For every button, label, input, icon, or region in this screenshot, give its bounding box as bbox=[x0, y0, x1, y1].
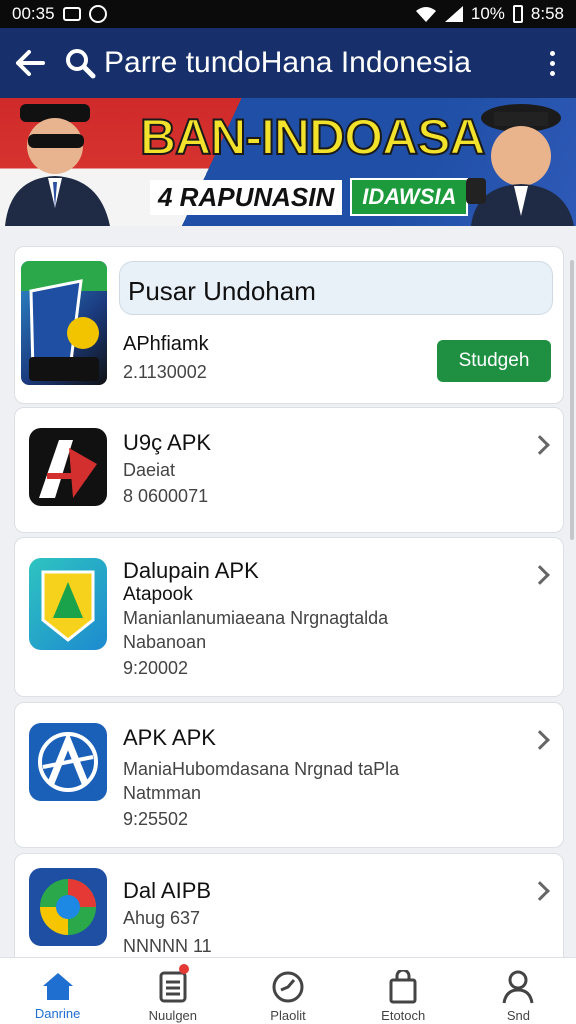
app-icon bbox=[29, 428, 107, 506]
nav-label: Nuulgen bbox=[148, 1008, 198, 1023]
app-name: U9ç APK bbox=[123, 430, 212, 455]
app-logo-icon bbox=[38, 731, 98, 792]
nav-label: Plaolit bbox=[270, 1008, 306, 1023]
app-meta: NNNNN 11 bbox=[123, 936, 212, 956]
chevron-right-icon bbox=[530, 565, 550, 585]
app-name: Dal AIPB bbox=[123, 878, 212, 903]
list-icon bbox=[159, 971, 187, 1003]
app-subtitle: Ahug 637 bbox=[123, 908, 201, 928]
nav-store[interactable]: Etotoch bbox=[346, 958, 461, 1024]
back-arrow-icon bbox=[16, 50, 45, 76]
app-list-item[interactable]: U9ç APK Daeiat 8 0600071 bbox=[14, 407, 564, 533]
chevron-right-icon bbox=[530, 730, 550, 750]
battery-icon bbox=[512, 5, 523, 23]
officer-left-illustration bbox=[5, 104, 110, 226]
chevron-right-icon bbox=[530, 435, 550, 455]
app-meta: 9:25502 bbox=[123, 809, 189, 829]
app-list-item[interactable]: APK APK ManiaHubomdasana Nrgnad taPla Na… bbox=[14, 702, 564, 848]
app-icon bbox=[29, 723, 107, 801]
app-logo-icon bbox=[21, 261, 107, 381]
app-bar: Parre tundoHana Indonesia bbox=[0, 28, 576, 98]
signal-icon bbox=[444, 6, 463, 22]
app-bar-title-group[interactable]: Parre tundoHana Indonesia bbox=[64, 46, 471, 80]
app-logo-icon bbox=[40, 879, 96, 935]
app-icon bbox=[29, 558, 107, 650]
bottom-navigation: Danrine Nuulgen Plaolit Etotoch Snd bbox=[0, 957, 576, 1024]
messenger-notification-icon bbox=[88, 5, 107, 23]
app-description-line2: Nabanoan bbox=[123, 632, 207, 652]
more-dot-icon bbox=[549, 60, 555, 66]
officer-right-illustration bbox=[466, 104, 574, 226]
app-meta: 9:20002 bbox=[123, 658, 189, 678]
more-dot-icon bbox=[549, 70, 555, 76]
promo-banner[interactable]: BAN-INDOASA 4 RAPUNASIN IDAWSIA bbox=[0, 98, 576, 226]
app-name: Dalupain APK bbox=[123, 558, 259, 583]
nav-profile[interactable]: Snd bbox=[461, 958, 576, 1024]
featured-app-name: APhfiamk bbox=[123, 333, 209, 355]
banner-headline: BAN-INDOASA bbox=[139, 108, 487, 166]
banner-tagline: 4 RAPUNASIN IDAWSIA bbox=[150, 178, 469, 216]
clock-icon bbox=[272, 971, 304, 1003]
nav-label: Snd bbox=[506, 1008, 530, 1023]
battery-percent: 10% bbox=[470, 4, 505, 23]
app-bar-title: Parre tundoHana Indonesia bbox=[104, 46, 471, 79]
nav-history[interactable]: Plaolit bbox=[230, 958, 345, 1024]
more-dot-icon bbox=[549, 50, 555, 56]
app-list-item[interactable]: Dal AIPB Ahug 637 NNNNN 11 bbox=[14, 853, 564, 973]
scrollbar[interactable] bbox=[570, 260, 574, 540]
featured-search-input[interactable]: Pusar Undoham bbox=[119, 261, 553, 315]
app-description: Manianlanumiaeana Nrgnagtalda bbox=[123, 608, 389, 628]
home-icon bbox=[42, 973, 73, 1000]
app-description: ManiaHubomdasana Nrgnad taPla bbox=[123, 759, 400, 779]
app-subtitle: Daeiat bbox=[123, 460, 176, 480]
app-logo-icon bbox=[41, 570, 95, 642]
download-button[interactable]: Studgeh bbox=[437, 340, 551, 382]
back-button[interactable] bbox=[0, 28, 60, 98]
featured-app-card[interactable]: Pusar Undoham APhfiamk 2.1130002 Studgeh bbox=[14, 246, 564, 404]
image-notification-icon bbox=[62, 7, 81, 21]
search-icon bbox=[66, 49, 96, 79]
app-icon bbox=[29, 868, 107, 946]
nav-label: Danrine bbox=[34, 1006, 81, 1021]
app-meta: 8 0600071 bbox=[123, 486, 209, 506]
app-list-item[interactable]: Dalupain APK Atapook Manianlanumiaeana N… bbox=[14, 537, 564, 697]
nav-list[interactable]: Nuulgen bbox=[115, 958, 230, 1024]
app-name: APK APK bbox=[123, 725, 216, 750]
bag-icon bbox=[389, 970, 417, 1004]
person-icon bbox=[502, 970, 534, 1004]
featured-app-icon bbox=[21, 261, 107, 385]
status-bar: 00:35 10% 8:58 bbox=[0, 0, 576, 28]
app-description-line2: Natmman bbox=[123, 783, 202, 803]
featured-app-version: 2.1130002 bbox=[123, 362, 207, 382]
nav-label: Etotoch bbox=[381, 1008, 426, 1023]
status-time-left: 00:35 bbox=[12, 4, 55, 23]
app-logo-icon bbox=[39, 440, 97, 498]
more-options-button[interactable] bbox=[528, 50, 576, 76]
chevron-right-icon bbox=[530, 881, 550, 901]
banner-tagline-a: 4 RAPUNASIN bbox=[150, 179, 343, 215]
wifi-icon bbox=[415, 7, 436, 22]
status-clock: 8:58 bbox=[530, 4, 564, 23]
nav-home[interactable]: Danrine bbox=[0, 958, 115, 1024]
app-subtitle: Atapook bbox=[123, 584, 193, 605]
